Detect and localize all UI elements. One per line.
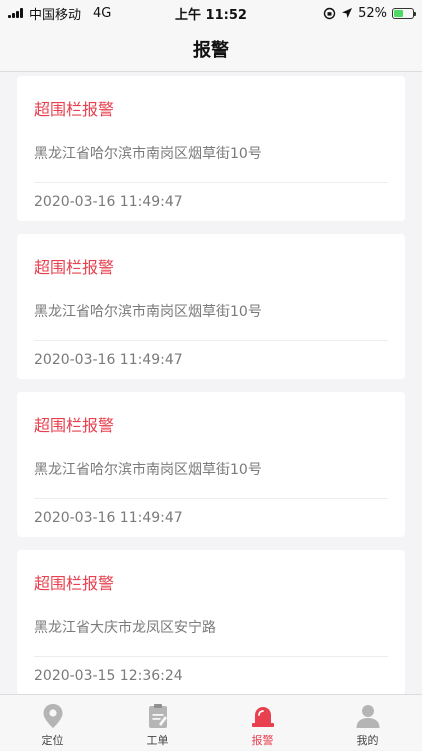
tab-work-order[interactable]: 工单 xyxy=(105,695,210,751)
card-divider xyxy=(34,656,388,657)
status-right: 52% xyxy=(323,5,416,21)
battery-percent: 52% xyxy=(358,5,387,21)
battery-icon xyxy=(392,7,416,19)
alarm-time: 2020-03-16 11:49:47 xyxy=(34,352,183,368)
alarm-list[interactable]: 超围栏报警 黑龙江省哈尔滨市南岗区烟草街10号 2020-03-16 11:49… xyxy=(0,72,422,694)
tab-location[interactable]: 定位 xyxy=(0,695,105,751)
alarm-address: 黑龙江省哈尔滨市南岗区烟草街10号 xyxy=(34,304,262,320)
alarm-card[interactable]: 超围栏报警 黑龙江省哈尔滨市南岗区烟草街10号 2020-03-16 11:49… xyxy=(17,234,405,379)
alarm-card[interactable]: 超围栏报警 黑龙江省大庆市龙凤区安宁路 2020-03-15 12:36:24 xyxy=(17,550,405,694)
tab-label: 报警 xyxy=(251,734,274,747)
alarm-address: 黑龙江省大庆市龙凤区安宁路 xyxy=(34,620,216,636)
battery-fill xyxy=(394,9,404,17)
network-type: 4G xyxy=(93,5,112,21)
alarm-address: 黑龙江省哈尔滨市南岗区烟草街10号 xyxy=(34,462,262,478)
alarm-title: 超围栏报警 xyxy=(34,258,115,277)
nav-bar: 报警 xyxy=(0,26,422,72)
status-left: 中国移动 4G xyxy=(8,4,111,23)
tab-label: 我的 xyxy=(356,734,379,747)
alarm-time: 2020-03-15 12:36:24 xyxy=(34,668,183,684)
alarm-title: 超围栏报警 xyxy=(34,574,115,593)
tab-label: 工单 xyxy=(146,734,169,747)
page-title: 报警 xyxy=(193,39,229,61)
alarm-address: 黑龙江省哈尔滨市南岗区烟草街10号 xyxy=(34,146,262,162)
orientation-lock-icon xyxy=(323,7,336,19)
work-order-icon xyxy=(145,703,171,729)
status-bar: 中国移动 4G 上午 11:52 52% xyxy=(0,0,422,26)
user-profile-icon xyxy=(355,703,381,729)
card-divider xyxy=(34,182,388,183)
carrier-name: 中国移动 xyxy=(29,7,82,23)
alarm-card[interactable]: 超围栏报警 黑龙江省哈尔滨市南岗区烟草街10号 2020-03-16 11:49… xyxy=(17,392,405,537)
alarm-title: 超围栏报警 xyxy=(34,416,115,435)
tab-label: 定位 xyxy=(41,734,64,747)
alarm-title: 超围栏报警 xyxy=(34,100,115,119)
tab-alarm[interactable]: 报警 xyxy=(210,695,315,751)
location-pin-icon xyxy=(40,703,66,729)
location-arrow-icon xyxy=(342,8,353,18)
signal-strength-icon xyxy=(8,8,23,18)
card-divider xyxy=(34,498,388,499)
card-divider xyxy=(34,340,388,341)
tab-profile[interactable]: 我的 xyxy=(315,695,420,751)
alarm-time: 2020-03-16 11:49:47 xyxy=(34,510,183,526)
alarm-card[interactable]: 超围栏报警 黑龙江省哈尔滨市南岗区烟草街10号 2020-03-16 11:49… xyxy=(17,76,405,221)
tab-bar: 定位 工单 报警 我的 xyxy=(0,694,422,750)
alarm-time: 2020-03-16 11:49:47 xyxy=(34,194,183,210)
alarm-siren-icon xyxy=(250,703,276,729)
